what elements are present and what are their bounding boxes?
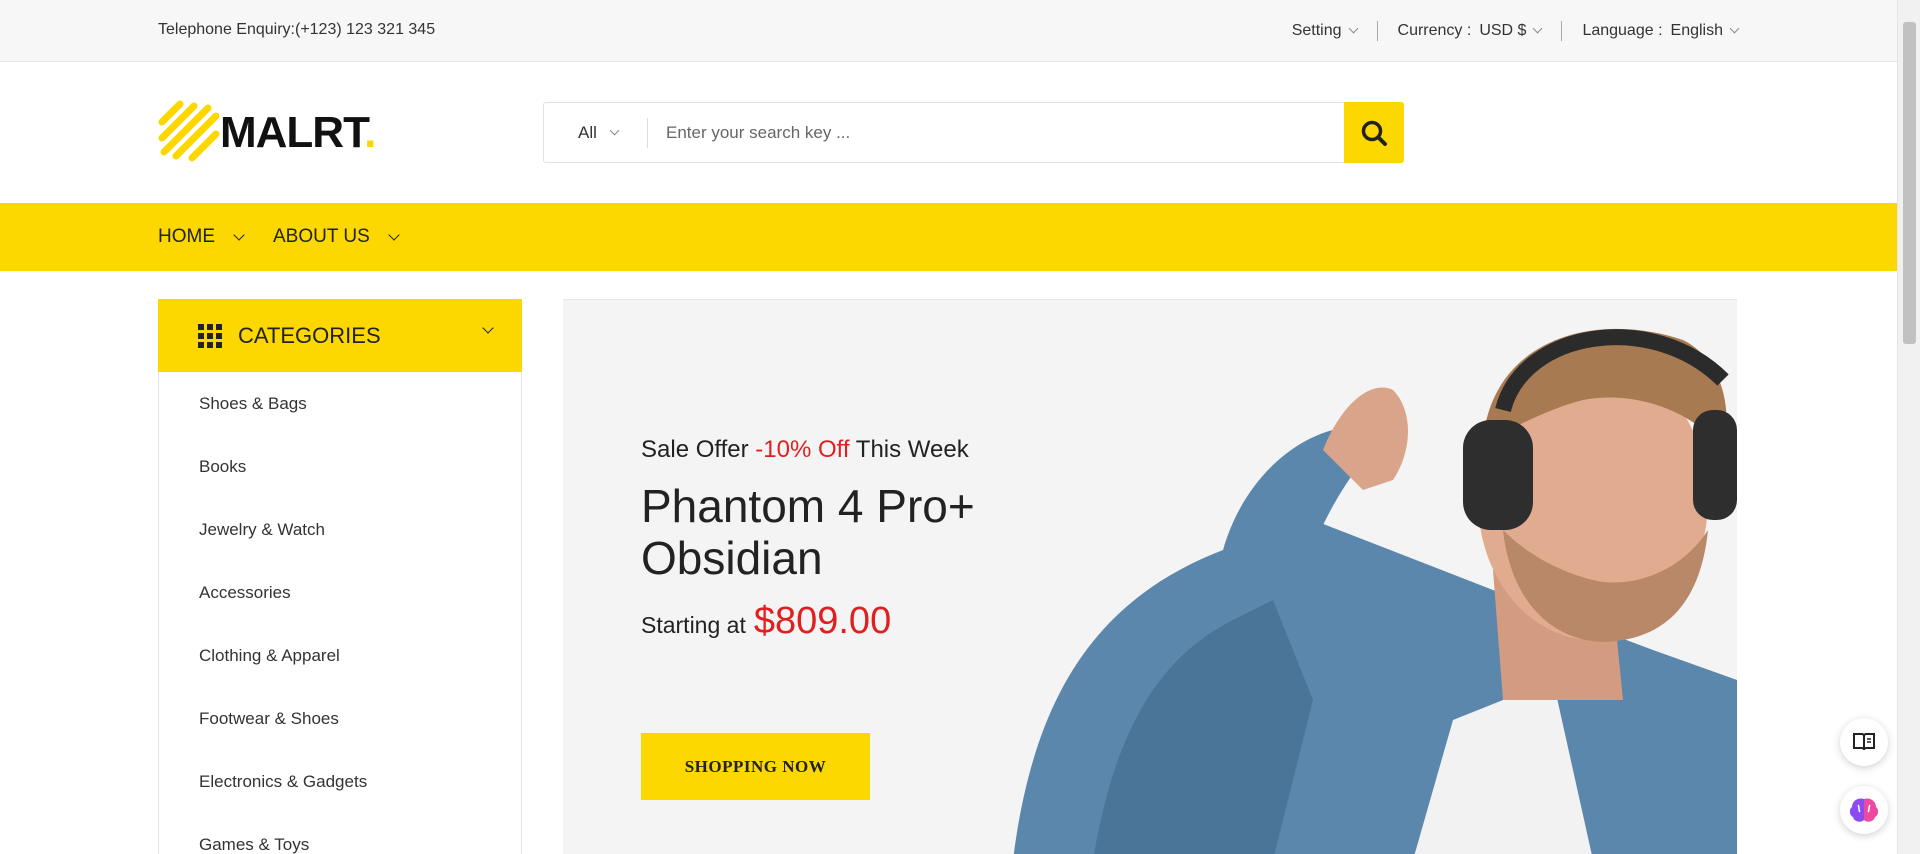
sale-discount: -10% Off: [755, 436, 850, 463]
currency-label: Currency :: [1397, 22, 1472, 39]
category-item-accessories[interactable]: Accessories: [159, 561, 521, 624]
nav-item-label: ABOUT US: [273, 226, 370, 247]
nav-item-label: HOME: [158, 226, 215, 247]
search-icon: [1361, 120, 1387, 146]
hero-price: $809.00: [753, 600, 892, 642]
language-label: Language :: [1582, 22, 1663, 39]
category-item-games-toys[interactable]: Games & Toys: [159, 813, 521, 854]
categories-title: CATEGORIES: [238, 322, 381, 348]
category-item-jewelry-watch[interactable]: Jewelry & Watch: [159, 498, 521, 561]
search-bar: All: [543, 102, 1404, 163]
main-nav: HOME ABOUT US: [0, 203, 1897, 271]
category-item-shoes-bags[interactable]: Shoes & Bags: [159, 372, 521, 435]
chevron-down-icon: [1729, 23, 1740, 34]
nav-item-home[interactable]: HOME: [158, 226, 245, 248]
top-settings: Setting Currency : USD $ Language : Engl…: [1291, 21, 1740, 41]
chevron-down-icon: [609, 125, 620, 136]
divider: [1561, 21, 1563, 41]
site-logo[interactable]: MALRT.: [158, 100, 376, 164]
logo-text: MALRT.: [220, 108, 376, 157]
book-icon: [1853, 733, 1875, 751]
category-item-footwear-shoes[interactable]: Footwear & Shoes: [159, 687, 521, 750]
ai-assistant-button[interactable]: [1840, 786, 1888, 834]
categories-toggle[interactable]: CATEGORIES: [158, 299, 522, 372]
search-category-select[interactable]: All: [578, 123, 620, 143]
currency-dropdown[interactable]: Currency : USD $: [1397, 22, 1543, 40]
search-button[interactable]: [1344, 102, 1404, 163]
chevron-down-icon: [1532, 23, 1543, 34]
chevron-down-icon: [1348, 23, 1358, 34]
category-item-clothing-apparel[interactable]: Clothing & Apparel: [159, 624, 521, 687]
divider: [1376, 21, 1378, 41]
setting-label: Setting: [1291, 22, 1342, 39]
search-input[interactable]: [666, 113, 1316, 153]
top-bar: Telephone Enquiry:(+123) 123 321 345 Set…: [0, 0, 1897, 62]
logo-stripes-icon: [158, 100, 220, 162]
chevron-down-icon: [482, 322, 494, 334]
categories-panel: CATEGORIES Shoes & Bags Books Jewelry & …: [158, 299, 522, 854]
setting-dropdown[interactable]: Setting: [1291, 22, 1358, 40]
telephone-enquiry: Telephone Enquiry:(+123) 123 321 345: [158, 21, 436, 38]
category-item-books[interactable]: Books: [159, 435, 521, 498]
hero-title: Phantom 4 Pro+ Obsidian: [641, 480, 975, 584]
scrollbar-thumb[interactable]: [1903, 22, 1916, 344]
category-item-electronics-gadgets[interactable]: Electronics & Gadgets: [159, 750, 521, 813]
grid-icon: [198, 323, 222, 348]
chevron-down-icon: [388, 228, 400, 241]
price-line: Starting at $809.00: [641, 600, 891, 643]
price-label: Starting at: [641, 612, 746, 638]
currency-value: USD $: [1479, 22, 1527, 39]
page-scrollbar[interactable]: [1897, 0, 1920, 854]
language-value: English: [1670, 22, 1723, 39]
language-dropdown[interactable]: Language : English: [1582, 22, 1740, 40]
hero-banner: Sale Offer -10% Off This Week Phantom 4 …: [563, 299, 1737, 854]
divider: [647, 118, 648, 148]
chevron-down-icon: [233, 228, 245, 241]
sale-offer-text: Sale Offer -10% Off This Week: [641, 436, 969, 463]
shopping-now-button[interactable]: SHOPPING NOW: [641, 733, 870, 800]
nav-item-about-us[interactable]: ABOUT US: [273, 226, 400, 248]
reader-mode-button[interactable]: [1840, 718, 1888, 766]
category-list: Shoes & Bags Books Jewelry & Watch Acces…: [159, 372, 521, 854]
brain-icon: [1849, 798, 1879, 822]
search-category-value: All: [578, 123, 597, 142]
